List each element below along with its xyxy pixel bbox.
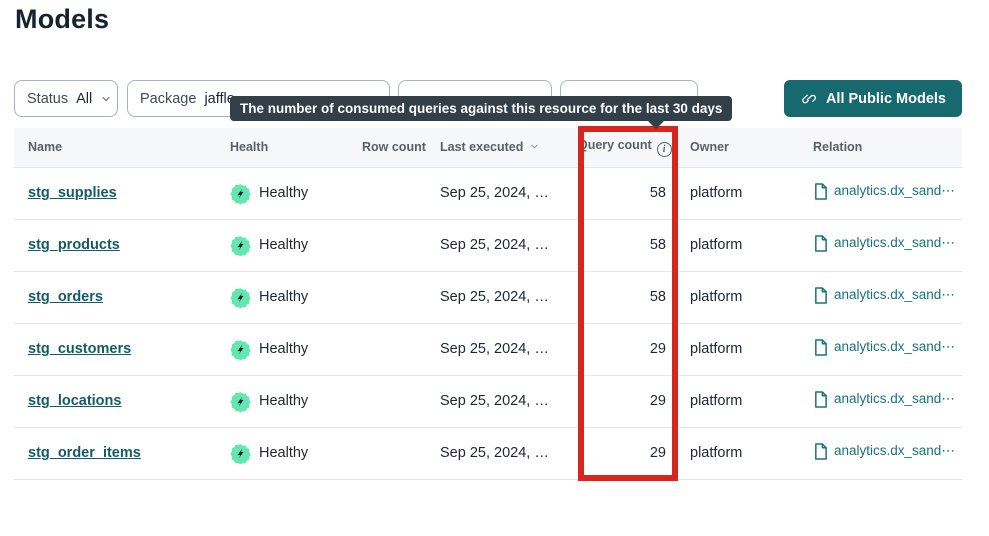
last-executed-value: Sep 25, 2024, … xyxy=(440,323,578,375)
relation-text: analytics.dx_sand⋯ xyxy=(834,443,955,459)
owner-value: platform xyxy=(678,323,800,375)
health-status-text: Healthy xyxy=(259,341,308,357)
status-filter[interactable]: Status All xyxy=(14,80,118,117)
status-filter-value: All xyxy=(76,91,92,107)
document-icon xyxy=(813,339,828,356)
health-status-text: Healthy xyxy=(259,237,308,253)
query-count-value: 58 xyxy=(578,167,678,219)
column-header-row-count[interactable]: Row count xyxy=(360,128,440,167)
relation-link[interactable]: analytics.dx_sand⋯ xyxy=(813,235,955,252)
healthy-badge-icon xyxy=(230,443,251,464)
healthy-badge-icon xyxy=(230,183,251,204)
model-link[interactable]: stg_products xyxy=(28,237,120,253)
relation-text: analytics.dx_sand⋯ xyxy=(834,391,955,407)
row-count-value xyxy=(360,375,440,427)
models-table: Name Health Row count Last executed Quer… xyxy=(14,128,962,480)
column-header-last-executed[interactable]: Last executed xyxy=(440,128,578,167)
document-icon xyxy=(813,287,828,304)
chevron-down-icon xyxy=(100,93,112,105)
healthy-badge-icon xyxy=(230,339,251,360)
relation-text: analytics.dx_sand⋯ xyxy=(834,339,955,355)
model-link[interactable]: stg_orders xyxy=(28,289,103,305)
row-count-value xyxy=(360,427,440,479)
row-count-value xyxy=(360,167,440,219)
relation-text: analytics.dx_sand⋯ xyxy=(834,235,955,251)
model-link[interactable]: stg_customers xyxy=(28,341,131,357)
owner-value: platform xyxy=(678,271,800,323)
models-page: Models Status All Package jaffle_ All Pu… xyxy=(0,0,989,536)
package-filter-label: Package xyxy=(140,91,196,107)
table-row: stg_supplies Healthy Sep 25, 2024, … 58 … xyxy=(14,167,962,219)
document-icon xyxy=(813,183,828,200)
info-icon[interactable]: i xyxy=(657,142,672,157)
column-header-health[interactable]: Health xyxy=(230,128,360,167)
last-executed-value: Sep 25, 2024, … xyxy=(440,167,578,219)
column-header-query-count[interactable]: Query count i xyxy=(578,128,678,167)
model-link[interactable]: stg_order_items xyxy=(28,445,141,461)
last-executed-value: Sep 25, 2024, … xyxy=(440,375,578,427)
healthy-badge-icon xyxy=(230,235,251,256)
table-row: stg_products Healthy Sep 25, 2024, … 58 … xyxy=(14,219,962,271)
relation-link[interactable]: analytics.dx_sand⋯ xyxy=(813,391,955,408)
query-count-value: 29 xyxy=(578,375,678,427)
query-count-tooltip: The number of consumed queries against t… xyxy=(230,96,732,121)
document-icon xyxy=(813,391,828,408)
sort-chevron-icon[interactable] xyxy=(529,141,540,152)
model-link[interactable]: stg_supplies xyxy=(28,185,117,201)
query-count-value: 58 xyxy=(578,271,678,323)
owner-value: platform xyxy=(678,219,800,271)
row-count-value xyxy=(360,219,440,271)
page-title: Models xyxy=(15,4,109,35)
table-row: stg_orders Healthy Sep 25, 2024, … 58 pl… xyxy=(14,271,962,323)
column-header-name[interactable]: Name xyxy=(14,128,230,167)
all-public-models-button[interactable]: All Public Models xyxy=(784,80,962,117)
column-header-relation[interactable]: Relation xyxy=(800,128,962,167)
owner-value: platform xyxy=(678,167,800,219)
last-executed-value: Sep 25, 2024, … xyxy=(440,427,578,479)
document-icon xyxy=(813,443,828,460)
status-filter-label: Status xyxy=(27,91,68,107)
query-count-value: 29 xyxy=(578,323,678,375)
last-executed-value: Sep 25, 2024, … xyxy=(440,271,578,323)
relation-link[interactable]: analytics.dx_sand⋯ xyxy=(813,443,955,460)
row-count-value xyxy=(360,323,440,375)
table-header-row: Name Health Row count Last executed Quer… xyxy=(14,128,962,167)
query-count-value: 29 xyxy=(578,427,678,479)
table-row: stg_order_items Healthy Sep 25, 2024, … … xyxy=(14,427,962,479)
owner-value: platform xyxy=(678,375,800,427)
query-count-label: Query count xyxy=(578,138,652,152)
healthy-badge-icon xyxy=(230,391,251,412)
document-icon xyxy=(813,235,828,252)
column-header-owner[interactable]: Owner xyxy=(678,128,800,167)
health-status-text: Healthy xyxy=(259,289,308,305)
query-count-value: 58 xyxy=(578,219,678,271)
relation-link[interactable]: analytics.dx_sand⋯ xyxy=(813,287,955,304)
relation-link[interactable]: analytics.dx_sand⋯ xyxy=(813,183,955,200)
all-public-models-label: All Public Models xyxy=(826,91,946,107)
table-row: stg_locations Healthy Sep 25, 2024, … 29… xyxy=(14,375,962,427)
row-count-value xyxy=(360,271,440,323)
relation-link[interactable]: analytics.dx_sand⋯ xyxy=(813,339,955,356)
health-status-text: Healthy xyxy=(259,185,308,201)
last-executed-value: Sep 25, 2024, … xyxy=(440,219,578,271)
owner-value: platform xyxy=(678,427,800,479)
model-link[interactable]: stg_locations xyxy=(28,393,121,409)
last-executed-label: Last executed xyxy=(440,140,523,154)
relation-text: analytics.dx_sand⋯ xyxy=(834,183,955,199)
link-icon xyxy=(800,90,817,107)
healthy-badge-icon xyxy=(230,287,251,308)
relation-text: analytics.dx_sand⋯ xyxy=(834,287,955,303)
health-status-text: Healthy xyxy=(259,445,308,461)
table-row: stg_customers Healthy Sep 25, 2024, … 29… xyxy=(14,323,962,375)
health-status-text: Healthy xyxy=(259,393,308,409)
